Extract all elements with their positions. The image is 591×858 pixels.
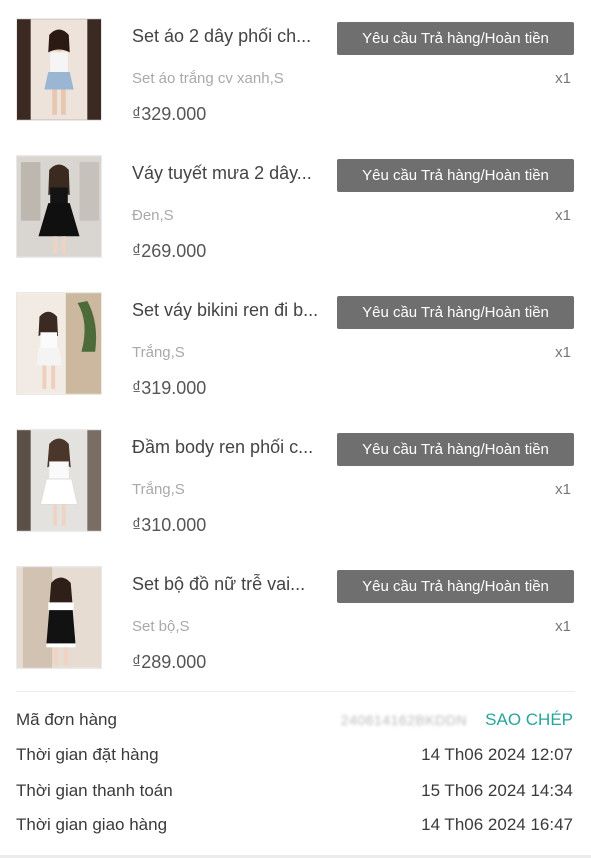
product-price: ₫329.000	[132, 104, 207, 124]
product-image[interactable]	[16, 292, 102, 395]
refund-request-button[interactable]: Yêu cầu Trả hàng/Hoàn tiền	[337, 22, 574, 55]
product-title[interactable]: Đầm body ren phối c...	[132, 437, 332, 458]
order-placed-row: Thời gian đặt hàng 14 Th06 2024 12:07	[16, 745, 573, 769]
product-variant: Trắng,S	[132, 481, 185, 498]
product-quantity: x1	[555, 618, 571, 635]
product-title[interactable]: Set váy bikini ren đi b...	[132, 300, 332, 321]
product-variant: Đen,S	[132, 207, 174, 224]
product-variant: Trắng,S	[132, 344, 185, 361]
product-title[interactable]: Set áo 2 dây phối ch...	[132, 26, 332, 47]
product-variant: Set áo trắng cv xanh,S	[132, 70, 284, 87]
product-price: ₫319.000	[132, 378, 207, 398]
refund-request-button[interactable]: Yêu cầu Trả hàng/Hoàn tiền	[337, 570, 574, 603]
product-quantity: x1	[555, 70, 571, 87]
refund-request-button[interactable]: Yêu cầu Trả hàng/Hoàn tiền	[337, 296, 574, 329]
order-placed-label: Thời gian đặt hàng	[16, 745, 159, 764]
product-price: ₫269.000	[132, 241, 207, 261]
product-image[interactable]	[16, 566, 102, 669]
product-quantity: x1	[555, 344, 571, 361]
product-price: ₫289.000	[132, 652, 207, 672]
product-quantity: x1	[555, 207, 571, 224]
payment-time-row: Thời gian thanh toán 15 Th06 2024 14:34	[16, 781, 573, 805]
section-divider	[16, 691, 575, 692]
order-code-value: 240614162BKDDN	[340, 712, 467, 728]
product-image[interactable]	[16, 155, 102, 258]
copy-button[interactable]: SAO CHÉP	[485, 710, 573, 730]
product-title[interactable]: Váy tuyết mưa 2 dây...	[132, 163, 332, 184]
delivery-time-label: Thời gian giao hàng	[16, 815, 168, 834]
payment-time-value: 15 Th06 2024 14:34	[421, 781, 573, 800]
delivery-time-value: 14 Th06 2024 16:47	[421, 815, 573, 834]
list-item[interactable]: Set áo 2 dây phối ch... Yêu cầu Trả hàng…	[0, 0, 591, 137]
product-variant: Set bộ,S	[132, 618, 190, 635]
product-title[interactable]: Set bộ đồ nữ trễ vai...	[132, 574, 332, 595]
refund-request-button[interactable]: Yêu cầu Trả hàng/Hoàn tiền	[337, 433, 574, 466]
list-item[interactable]: Set váy bikini ren đi b... Yêu cầu Trả h…	[0, 274, 591, 411]
list-item[interactable]: Đầm body ren phối c... Yêu cầu Trả hàng/…	[0, 411, 591, 548]
order-placed-value: 14 Th06 2024 12:07	[421, 745, 573, 764]
product-image[interactable]	[16, 429, 102, 532]
product-image[interactable]	[16, 18, 102, 121]
order-code-label: Mã đơn hàng	[16, 710, 117, 729]
product-price: ₫310.000	[132, 515, 207, 535]
order-code-row: Mã đơn hàng 240614162BKDDN SAO CHÉP	[16, 710, 573, 734]
delivery-time-row: Thời gian giao hàng 14 Th06 2024 16:47	[16, 815, 573, 839]
product-quantity: x1	[555, 481, 571, 498]
list-item[interactable]: Set bộ đồ nữ trễ vai... Yêu cầu Trả hàng…	[0, 548, 591, 685]
refund-request-button[interactable]: Yêu cầu Trả hàng/Hoàn tiền	[337, 159, 574, 192]
payment-time-label: Thời gian thanh toán	[16, 781, 173, 800]
list-item[interactable]: Váy tuyết mưa 2 dây... Yêu cầu Trả hàng/…	[0, 137, 591, 274]
